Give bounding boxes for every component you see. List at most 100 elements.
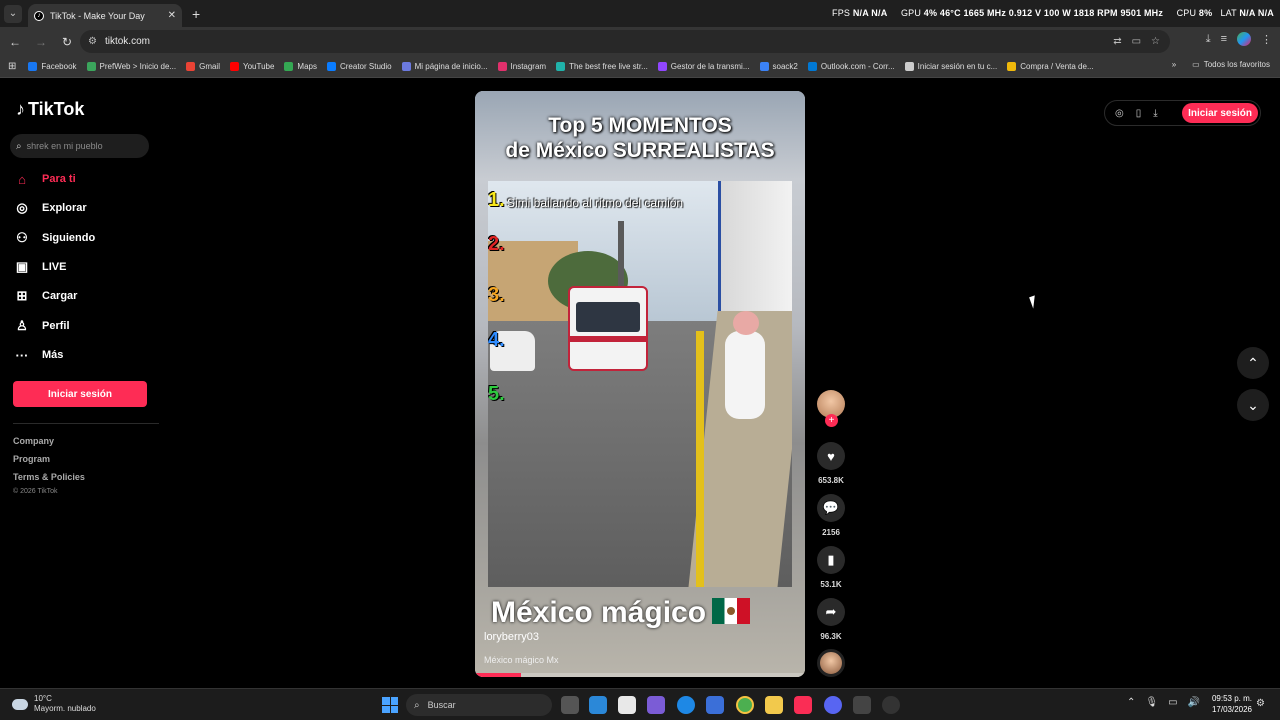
- music-disc-avatar[interactable]: [817, 649, 845, 677]
- store-app-icon[interactable]: [589, 696, 607, 714]
- footer-link-company[interactable]: Company: [13, 436, 54, 446]
- heart-icon[interactable]: ♥: [817, 442, 845, 470]
- upload-icon: ⊞: [16, 288, 28, 303]
- bookmarks-more-button[interactable]: »: [1172, 60, 1176, 69]
- media-controls-icon[interactable]: ≡: [1221, 33, 1227, 45]
- bookmark-item[interactable]: The best free live str...: [556, 62, 648, 71]
- profile-avatar-icon[interactable]: [1237, 32, 1251, 46]
- follow-plus-icon[interactable]: +: [825, 414, 838, 427]
- sidebar-item-live[interactable]: ▣ LIVE: [14, 259, 67, 275]
- new-tab-button[interactable]: +: [192, 6, 200, 22]
- fps-label: FPS: [832, 8, 851, 18]
- share-icon[interactable]: ➦: [817, 598, 845, 626]
- sidebar-item-label: Perfil: [42, 320, 70, 332]
- windows-start-icon[interactable]: [382, 697, 398, 713]
- bookmark-item[interactable]: PrefWeb > Inicio de...: [86, 62, 176, 71]
- chevron-up-icon[interactable]: ⌃: [1127, 697, 1135, 708]
- bookmark-item[interactable]: Compra / Venta de...: [1007, 62, 1094, 71]
- browser-tab[interactable]: ♪ TikTok - Make Your Day ✕: [28, 4, 182, 27]
- comment-action[interactable]: 💬 2156: [817, 494, 845, 537]
- bookmark-item[interactable]: Outlook.com - Corr...: [807, 62, 895, 71]
- sidebar-item-label: Más: [42, 349, 64, 361]
- video-progress-bar[interactable]: [475, 673, 805, 677]
- back-button[interactable]: ←: [4, 35, 26, 49]
- share-action[interactable]: ➦ 96.3K: [817, 598, 845, 641]
- bookmark-item[interactable]: Gestor de la transmi...: [657, 62, 750, 71]
- site-info-icon[interactable]: ⚙: [88, 36, 97, 47]
- comment-icon[interactable]: 💬: [817, 494, 845, 522]
- network-icon[interactable]: ▭: [1168, 697, 1177, 708]
- bookmark-item[interactable]: Maps: [284, 62, 317, 71]
- save-count: 53.1K: [820, 580, 842, 589]
- bookmark-item[interactable]: Facebook: [28, 62, 77, 71]
- task-view-icon[interactable]: [561, 696, 579, 714]
- like-action[interactable]: ♥ 653.8K: [817, 442, 845, 485]
- weather-widget[interactable]: 10°C Mayorm. nublado: [12, 694, 96, 714]
- microphone-icon[interactable]: 🎙: [1145, 697, 1158, 708]
- download-app-icon[interactable]: ⤓: [1153, 108, 1157, 119]
- taskbar-search[interactable]: ⌕ Buscar: [406, 694, 552, 716]
- bookmark-label: YouTube: [242, 62, 275, 71]
- chrome-browser-icon[interactable]: [736, 696, 754, 714]
- login-button[interactable]: Iniciar sesión: [13, 381, 147, 407]
- previous-video-button[interactable]: ⌃: [1237, 347, 1269, 379]
- forward-button[interactable]: →: [30, 35, 52, 49]
- tiktok-logo[interactable]: ♪ TikTok: [16, 99, 84, 120]
- discord-icon[interactable]: [824, 696, 842, 714]
- edge-browser-icon[interactable]: [677, 696, 695, 714]
- bottom-caption-text: México mágico: [491, 596, 707, 629]
- bookmark-item[interactable]: Creator Studio: [326, 62, 392, 71]
- bookmark-item[interactable]: Iniciar sesión en tu c...: [904, 62, 997, 71]
- bookmark-item[interactable]: YouTube: [229, 62, 275, 71]
- calendar-app-icon[interactable]: [618, 696, 636, 714]
- sidebar-item-para-ti[interactable]: ⌂ Para ti: [14, 171, 76, 187]
- menu-kebab-icon[interactable]: ⋮: [1261, 33, 1272, 46]
- translate-icon[interactable]: ⇄: [1113, 36, 1121, 47]
- sidebar-item-perfil[interactable]: ♙ Perfil: [14, 318, 70, 334]
- address-bar[interactable]: ⚙ tiktok.com ⇄ ▭ ☆: [80, 30, 1170, 53]
- copilot-icon[interactable]: [647, 696, 665, 714]
- top-login-button[interactable]: Iniciar sesión: [1182, 103, 1258, 123]
- bus: [568, 286, 648, 371]
- volume-icon[interactable]: 🔊: [1188, 697, 1200, 708]
- mail-app-icon[interactable]: [706, 696, 724, 714]
- tab-search-button[interactable]: ⌄: [4, 4, 22, 23]
- bookmark-item[interactable]: soack2: [759, 62, 798, 71]
- sidebar-item-siguiendo[interactable]: ⚇ Siguiendo: [14, 230, 95, 246]
- reload-button[interactable]: ↻: [56, 35, 78, 49]
- phone-icon[interactable]: ▯: [1136, 108, 1142, 119]
- file-explorer-icon[interactable]: [765, 696, 783, 714]
- next-video-button[interactable]: ⌄: [1237, 389, 1269, 421]
- bookmark-item[interactable]: Gmail: [186, 62, 220, 71]
- footer-link-program[interactable]: Program: [13, 454, 50, 464]
- video-player[interactable]: Top 5 MOMENTOS de México SURREALISTAS Si…: [475, 91, 805, 677]
- rank-number: 5.: [488, 383, 505, 405]
- bookmark-icon[interactable]: ▮: [817, 546, 845, 574]
- sidebar-item-explorar[interactable]: ◎ Explorar: [14, 200, 86, 216]
- music-app-icon[interactable]: [794, 696, 812, 714]
- notifications-icon[interactable]: ⚙: [1256, 698, 1265, 709]
- settings-app-icon[interactable]: [882, 696, 900, 714]
- save-action[interactable]: ▮ 53.1K: [817, 546, 845, 589]
- logo-text: TikTok: [28, 99, 85, 119]
- mascot: [723, 311, 768, 421]
- bookmark-item[interactable]: Instagram: [497, 62, 546, 71]
- search-input[interactable]: ⌕ shrek en mi pueblo: [10, 134, 149, 158]
- all-favorites-link[interactable]: Todos los favoritos: [1204, 60, 1270, 69]
- terminal-app-icon[interactable]: [853, 696, 871, 714]
- tab-title: TikTok - Make Your Day: [50, 10, 145, 21]
- video-username[interactable]: loryberry03: [484, 631, 539, 643]
- coins-icon[interactable]: ◎: [1115, 108, 1124, 119]
- close-icon[interactable]: ✕: [168, 10, 176, 21]
- download-icon[interactable]: ⤓: [1206, 33, 1211, 46]
- apps-grid-icon[interactable]: ⊞: [8, 61, 16, 72]
- mexico-flag-icon: [712, 598, 751, 625]
- taskbar-clock[interactable]: 09:53 p. m. 17/03/2026: [1202, 693, 1252, 715]
- footer-link-terms[interactable]: Terms & Policies: [13, 472, 85, 482]
- weather-temp: 10°C: [34, 694, 52, 703]
- bookmark-item[interactable]: Mi página de inicio...: [401, 62, 488, 71]
- bookmark-star-icon[interactable]: ☆: [1151, 36, 1160, 47]
- sidebar-item-más[interactable]: ··· Más: [14, 347, 64, 363]
- cast-icon[interactable]: ▭: [1132, 36, 1141, 47]
- sidebar-item-cargar[interactable]: ⊞ Cargar: [14, 288, 78, 304]
